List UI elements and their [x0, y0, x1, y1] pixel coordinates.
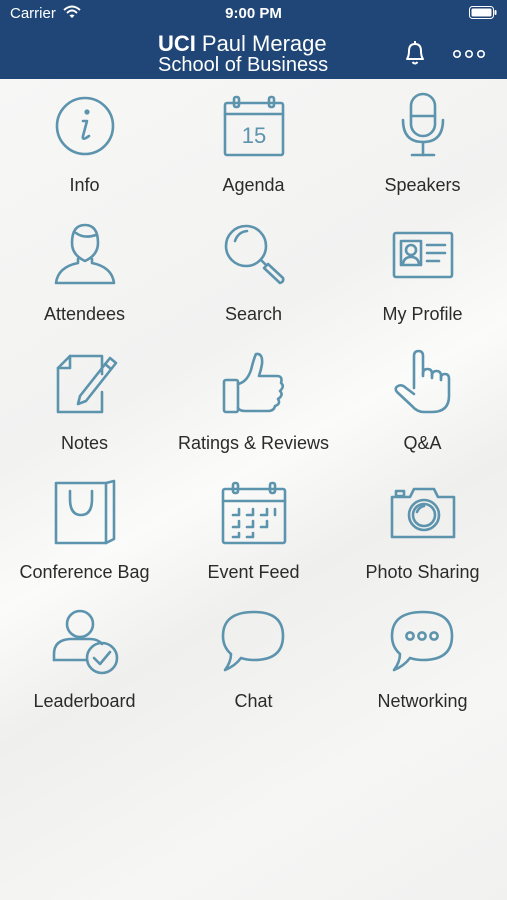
- menu-label: Attendees: [43, 304, 126, 324]
- user-check-icon: [52, 609, 118, 675]
- menu-item-attendees[interactable]: Attendees: [0, 219, 169, 339]
- menu-item-search[interactable]: Search: [169, 219, 338, 339]
- speech-bubble-icon: [221, 610, 284, 672]
- menu-item-qa[interactable]: Q&A: [338, 348, 507, 468]
- menu-label: Q&A: [403, 433, 442, 453]
- menu-item-photo-sharing[interactable]: Photo Sharing: [338, 477, 507, 597]
- microphone-icon: [401, 92, 444, 157]
- menu-item-event-feed[interactable]: Event Feed: [169, 477, 338, 597]
- status-time: 9:00 PM: [225, 5, 282, 22]
- top-bar: Carrier 9:00 PM UCI Paul Merage School of…: [0, 0, 507, 79]
- id-card-icon: [392, 231, 453, 279]
- battery-icon: [469, 6, 497, 23]
- logo-subtitle: School of Business: [158, 54, 329, 76]
- menu-label: Networking: [377, 691, 468, 711]
- thumbs-up-icon: [222, 352, 284, 414]
- menu-item-ratings-reviews[interactable]: Ratings & Reviews: [169, 348, 338, 468]
- camera-icon: [390, 487, 455, 539]
- menu-label: Photo Sharing: [365, 562, 480, 582]
- menu-label: Leaderboard: [33, 691, 136, 711]
- logo-name: Paul Merage: [201, 31, 327, 56]
- menu-item-leaderboard[interactable]: Leaderboard: [0, 606, 169, 726]
- menu-label: Info: [69, 175, 100, 195]
- bag-icon: [54, 479, 115, 545]
- menu-label: Conference Bag: [19, 562, 150, 582]
- menu-label: Search: [224, 304, 283, 324]
- menu-item-chat[interactable]: Chat: [169, 606, 338, 726]
- menu-item-conference-bag[interactable]: Conference Bag: [0, 477, 169, 597]
- menu-item-info[interactable]: Info: [0, 90, 169, 210]
- logo-uci: UCI: [158, 31, 196, 56]
- note-pencil-icon: [56, 354, 117, 414]
- person-icon: [54, 223, 115, 285]
- menu-item-networking[interactable]: Networking: [338, 606, 507, 726]
- info-icon: [55, 96, 114, 156]
- status-bar: Carrier 9:00 PM: [0, 0, 507, 28]
- menu-item-notes[interactable]: Notes: [0, 348, 169, 468]
- svg-text:15: 15: [241, 123, 265, 148]
- menu-label: Event Feed: [207, 562, 300, 582]
- school-logo: UCI Paul Merage School of Business: [150, 30, 360, 76]
- menu-label: Speakers: [384, 175, 461, 195]
- calendar-grid-icon: [221, 481, 286, 545]
- menu-label: Agenda: [222, 175, 285, 195]
- magnifier-icon: [224, 224, 284, 285]
- menu-label: My Profile: [382, 304, 463, 324]
- menu-item-agenda[interactable]: 15 Agenda: [169, 90, 338, 210]
- menu-label: Chat: [234, 691, 273, 711]
- menu-label: Ratings & Reviews: [177, 433, 330, 453]
- more-options-icon[interactable]: [452, 46, 486, 64]
- calendar-15-icon: 15: [223, 95, 284, 157]
- pointing-hand-icon: [393, 349, 450, 414]
- bell-icon[interactable]: [400, 38, 430, 73]
- menu-item-speakers[interactable]: Speakers: [338, 90, 507, 210]
- menu-label: Notes: [60, 433, 109, 453]
- speech-bubble-dots-icon: [390, 610, 453, 672]
- menu-item-my-profile[interactable]: My Profile: [338, 219, 507, 339]
